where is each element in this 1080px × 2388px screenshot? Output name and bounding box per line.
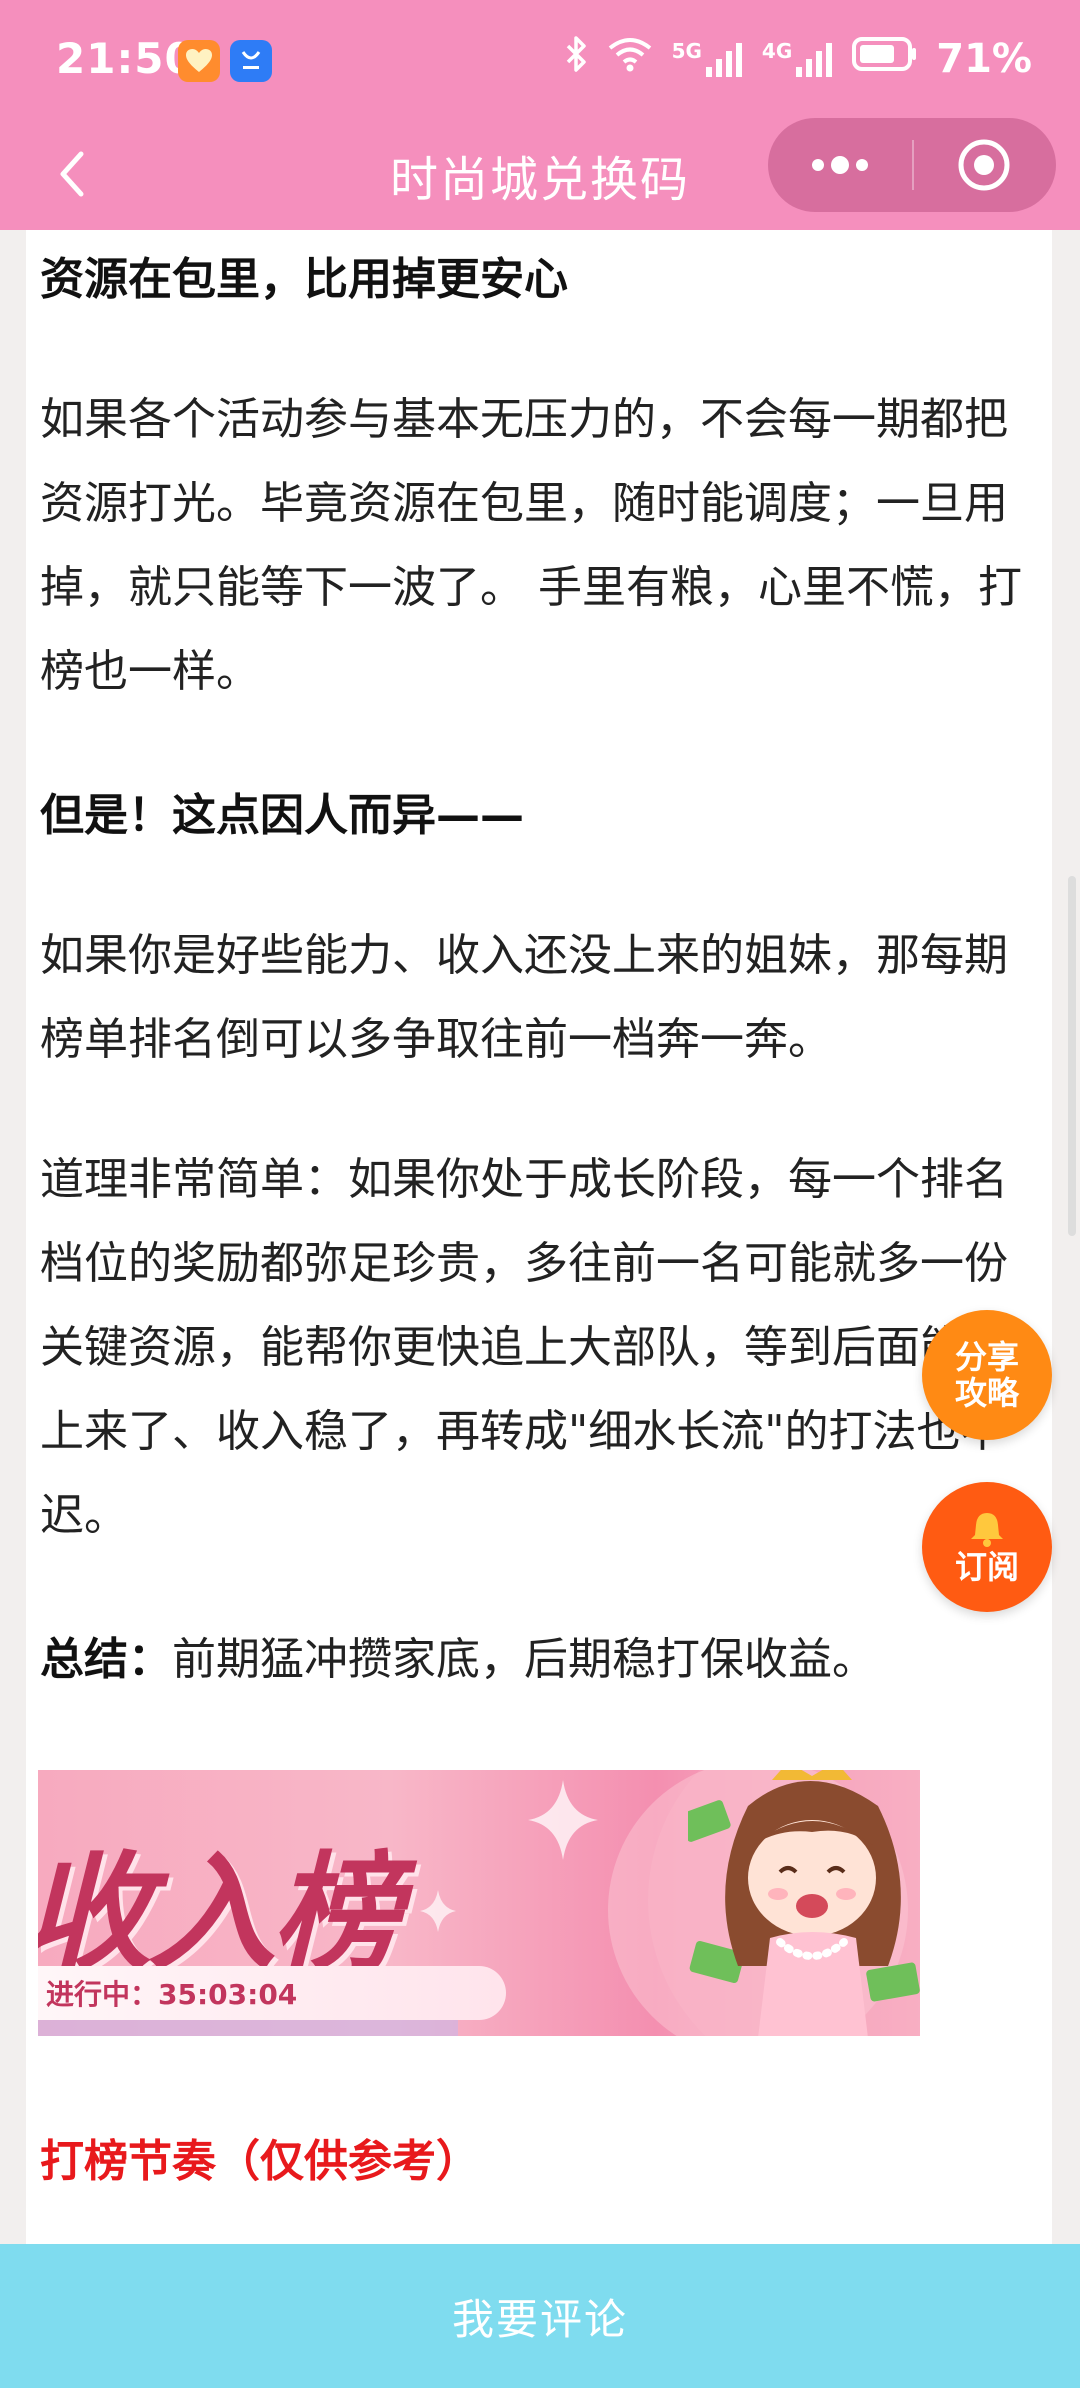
share-label-line2: 攻略 — [954, 1374, 1019, 1412]
subscribe-label: 订阅 — [954, 1548, 1019, 1586]
bell-icon — [971, 1513, 1003, 1547]
more-button[interactable] — [768, 118, 912, 212]
paragraph-growth: 如果你是好些能力、收入还没上来的姐妹，那每期榜单排名倒可以多争取往前一档奔一奔。 — [40, 930, 1008, 1065]
banner-timer: 进行中：35:03:04 — [38, 1966, 506, 2020]
status-bar: 21:50 5G 4G 71% — [0, 0, 1080, 120]
signal-5g-icon: 5G — [672, 39, 744, 79]
status-icons: 5G 4G 71% — [564, 34, 1032, 84]
chibi-girl-illustration — [688, 1770, 920, 2036]
heading-but: 但是！这点因人而异—— — [40, 790, 524, 841]
share-guide-button[interactable]: 分享 攻略 — [922, 1310, 1052, 1440]
capsule-divider — [912, 140, 914, 190]
bluetooth-icon — [564, 34, 588, 84]
close-miniprogram-button[interactable] — [912, 118, 1056, 212]
summary-text: 前期猛冲攒家底，后期稳打保收益。 — [172, 1634, 876, 1685]
more-dots-icon — [812, 156, 868, 174]
article-content: 资源在包里，比用掉更安心 如果各个活动参与基本无压力的，不会每一期都把资源打光。… — [26, 230, 1052, 2244]
nav-bar: 时尚城兑换码 — [0, 118, 1080, 230]
comment-label: 我要评论 — [451, 2294, 628, 2344]
network-4g-label: 4G — [761, 39, 793, 63]
share-label-line1: 分享 — [954, 1338, 1019, 1376]
summary-label: 总结： — [40, 1634, 172, 1685]
status-time: 21:50 — [56, 34, 195, 83]
heart-app-icon — [178, 40, 220, 82]
comment-button[interactable]: 我要评论 — [0, 2244, 1080, 2388]
summary-line: 总结：前期猛冲攒家底，后期稳打保收益。 — [40, 1618, 1040, 1702]
paragraph-reasoning: 道理非常简单：如果你处于成长阶段，每一个排名档位的奖励都弥足珍贵，多往前一名可能… — [40, 1154, 1008, 1541]
wifi-icon — [606, 34, 654, 84]
heading-resources: 资源在包里，比用掉更安心 — [40, 254, 568, 305]
mini-program-capsule — [768, 118, 1056, 212]
app-market-icon — [230, 40, 272, 82]
network-5g-label: 5G — [671, 39, 702, 63]
app-header: 21:50 5G 4G 71% 时尚城兑换码 — [0, 0, 1080, 230]
target-close-icon — [958, 139, 1010, 191]
scrollbar-thumb[interactable] — [1068, 876, 1076, 1236]
income-ranking-banner: 收入榜 进行中：35:03:04 — [38, 1770, 920, 2036]
subscribe-button[interactable]: 订阅 — [922, 1482, 1052, 1612]
signal-4g-icon: 4G — [762, 39, 834, 79]
battery-icon — [852, 36, 918, 82]
battery-percent: 71% — [936, 36, 1032, 82]
paragraph-resources: 如果各个活动参与基本无压力的，不会每一期都把资源打光。毕竟资源在包里，随时能调度… — [40, 394, 1022, 697]
heading-ranking-rhythm: 打榜节奏（仅供参考） — [40, 2136, 480, 2187]
